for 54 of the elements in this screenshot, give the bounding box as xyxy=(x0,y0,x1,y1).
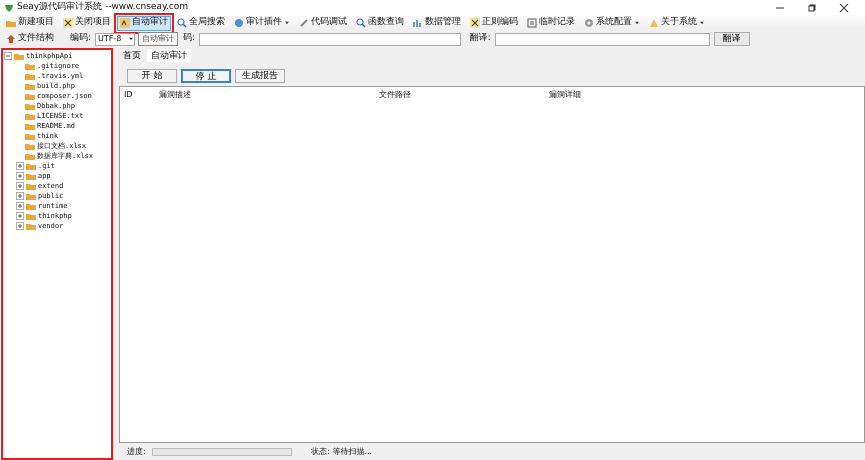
house-icon xyxy=(6,34,16,44)
collapse-icon[interactable] xyxy=(4,52,12,60)
x-icon xyxy=(470,18,480,28)
expand-icon[interactable] xyxy=(16,222,24,230)
expand-icon[interactable] xyxy=(16,182,24,190)
encoding-select[interactable]: UTF-8 xyxy=(95,32,136,46)
action-button[interactable]: 生成报告 xyxy=(235,69,285,83)
app-logo-icon xyxy=(4,2,14,12)
encoding-label: 编码: xyxy=(70,32,92,46)
expand-icon[interactable] xyxy=(16,172,24,180)
close-icon[interactable] xyxy=(839,2,849,12)
action-button[interactable]: 停 止 xyxy=(181,69,231,83)
search-icon xyxy=(356,18,366,28)
expand-icon[interactable] xyxy=(16,162,24,170)
x-icon xyxy=(63,18,73,28)
translate-button[interactable]: 翻译 xyxy=(714,32,750,46)
expand-icon[interactable] xyxy=(16,192,24,200)
action-button[interactable]: 开 始 xyxy=(127,69,177,83)
column-header: ID xyxy=(123,89,134,101)
note-icon xyxy=(527,18,537,28)
tooltip: 自动审计 xyxy=(138,32,178,46)
translate-label: 翻译: xyxy=(470,32,491,46)
restore-icon[interactable] xyxy=(807,2,817,12)
source-input[interactable] xyxy=(199,32,462,46)
source-label: 码: xyxy=(183,32,196,46)
toolbar-button[interactable]: 全局搜索 xyxy=(174,16,228,30)
search-icon xyxy=(177,18,187,28)
tab[interactable]: 自动审计 xyxy=(147,49,191,62)
file-structure-button[interactable]: 文件结构 xyxy=(3,32,57,46)
encoding-value: UTF-8 xyxy=(98,33,122,45)
settings-icon xyxy=(584,18,594,28)
expand-icon[interactable] xyxy=(16,212,24,220)
toolbar-button[interactable]: 新建项目 xyxy=(3,16,57,30)
progress-label: 进度: xyxy=(127,446,146,458)
folder-icon xyxy=(6,18,16,28)
column-header: 漏洞描述 xyxy=(158,89,192,101)
caret-icon xyxy=(128,36,134,42)
tab[interactable]: 首页 xyxy=(119,49,145,62)
translate-input[interactable] xyxy=(494,32,710,46)
toolbar-button[interactable]: 系统配置 xyxy=(581,16,643,30)
column-header: 文件路径 xyxy=(378,89,412,101)
toolbar-button[interactable]: 审计插件 xyxy=(231,16,293,30)
chart-icon xyxy=(413,18,423,28)
toolbar-button[interactable]: 函数查询 xyxy=(353,16,407,30)
toolbar-button[interactable]: 代码调试 xyxy=(296,16,350,30)
expand-icon[interactable] xyxy=(16,202,24,210)
window-title: Seay源代码审计系统 --www.cnseay.com xyxy=(17,0,188,14)
column-header: 漏洞详细 xyxy=(548,89,582,101)
toolbar-button[interactable]: 数据管理 xyxy=(410,16,464,30)
toolbar-button[interactable]: 正则编码 xyxy=(467,16,521,30)
toolbar-button[interactable]: 关闭项目 xyxy=(60,16,114,30)
toolbar-button[interactable]: 关于系统 xyxy=(646,16,708,30)
toolbar-button[interactable]: 临时记录 xyxy=(524,16,578,30)
status-text: 状态: 等待扫描... xyxy=(311,446,372,458)
